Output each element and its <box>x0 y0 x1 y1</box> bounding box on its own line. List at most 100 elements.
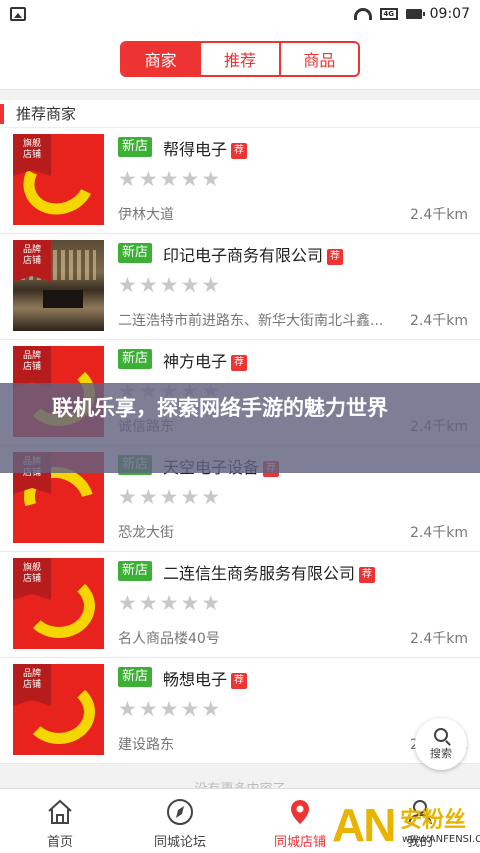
star-icon: ★ <box>201 591 221 615</box>
tab-recommended[interactable]: 推荐 <box>199 42 279 75</box>
tab-home-label: 首页 <box>46 835 73 850</box>
star-icon: ★ <box>180 591 200 615</box>
shop-name-text: 印记电子商务有限公司 <box>163 246 324 265</box>
star-icon: ★ <box>201 485 221 509</box>
recommended-badge: 荐 <box>231 673 248 689</box>
compass-icon <box>167 799 193 825</box>
location-pin-icon <box>291 800 309 824</box>
image-notification-icon <box>10 7 26 21</box>
segment-control: 商家 推荐 商品 <box>120 40 360 77</box>
star-icon: ★ <box>159 273 179 297</box>
shop-distance: 2.4千km <box>409 525 468 541</box>
overlay-banner: 联机乐享，探索网络手游的魅力世界 <box>0 383 480 473</box>
shop-name-text: 畅想电子 <box>163 670 228 689</box>
shop-badge: 品牌 店铺 <box>13 346 51 388</box>
watermark-brand: AN <box>332 799 396 851</box>
star-icon: ★ <box>118 485 137 509</box>
shop-address: 恐龙大街 <box>118 525 174 541</box>
star-icon: ★ <box>118 697 137 721</box>
tab-forum-label: 同城论坛 <box>153 835 206 850</box>
shop-address: 建设路东 <box>118 737 174 753</box>
star-icon: ★ <box>159 167 179 191</box>
tab-products[interactable]: 商品 <box>278 42 358 75</box>
star-icon: ★ <box>180 485 200 509</box>
rating-stars: ★★★★★ <box>118 486 220 508</box>
rating-stars: ★★★★★ <box>118 168 220 190</box>
shop-name-text: 二连信生商务服务有限公司 <box>163 564 356 583</box>
recommended-badge: 荐 <box>359 567 376 583</box>
star-icon: ★ <box>118 591 137 615</box>
shop-thumbnail: 品牌 店铺 <box>13 664 104 755</box>
search-button-label: 搜索 <box>430 746 452 760</box>
star-icon: ★ <box>159 591 179 615</box>
shop-name: 神方电子荐 <box>163 348 248 372</box>
star-icon: ★ <box>201 167 221 191</box>
tab-home[interactable]: 首页 <box>0 789 120 853</box>
shop-thumbnail: 品牌 店铺 <box>13 240 104 331</box>
search-icon <box>434 727 448 742</box>
star-icon: ★ <box>138 697 158 721</box>
shop-name: 畅想电子荐 <box>163 666 248 690</box>
rating-stars: ★★★★★ <box>118 592 220 614</box>
recommended-badge: 荐 <box>327 249 344 265</box>
tab-shops[interactable]: 商家 <box>122 42 200 75</box>
star-icon: ★ <box>159 485 179 509</box>
new-shop-tag: 新店 <box>118 243 153 263</box>
shop-name: 二连信生商务服务有限公司荐 <box>163 560 376 584</box>
star-icon: ★ <box>118 167 137 191</box>
rating-stars: ★★★★★ <box>118 274 220 296</box>
shop-distance: 2.4千km <box>409 631 468 647</box>
section-title: 推荐商家 <box>0 100 480 128</box>
status-bar: 4G 09:07 <box>0 0 480 28</box>
watermark-logo: AN 安粉丝 www.ANFENSI.COM <box>330 800 480 853</box>
star-icon: ★ <box>118 273 137 297</box>
search-button[interactable]: 搜索 <box>415 718 467 770</box>
shop-address: 伊林大道 <box>118 207 174 223</box>
star-icon: ★ <box>138 591 158 615</box>
shop-name: 印记电子商务有限公司荐 <box>163 242 344 266</box>
shop-list-item[interactable]: 品牌 店铺新店畅想电子荐★★★★★建设路东2.4千km <box>0 658 480 764</box>
tab-forum[interactable]: 同城论坛 <box>120 789 240 853</box>
home-icon <box>48 799 72 824</box>
star-icon: ★ <box>138 273 158 297</box>
star-icon: ★ <box>201 697 221 721</box>
shop-list-item[interactable]: 旗舰 店铺 新店 二连信生商务服务有限公司荐 ★ ★ ★ ★ ★ 名人商品楼40号 2.4千km <box>0 552 480 658</box>
star-icon: ★ <box>159 697 179 721</box>
recommended-badge: 荐 <box>231 355 248 371</box>
shop-distance: 2.4千km <box>409 313 468 329</box>
new-shop-tag: 新店 <box>118 561 153 581</box>
recommended-badge: 荐 <box>231 143 248 159</box>
shop-badge: 品牌 店铺 <box>13 664 51 706</box>
star-icon: ★ <box>180 697 200 721</box>
shop-distance: 2.4千km <box>409 207 468 223</box>
star-icon: ★ <box>138 485 158 509</box>
star-icon: ★ <box>201 273 221 297</box>
shop-name-text: 帮得电子 <box>163 140 228 159</box>
shop-address: 二连浩特市前进路东、新华大街南北斗鑫... <box>118 313 384 329</box>
new-shop-tag: 新店 <box>118 137 153 157</box>
watermark-url: www.ANFENSI.COM <box>402 834 480 845</box>
clock: 09:07 <box>429 6 470 22</box>
shop-badge: 旗舰 店铺 <box>13 134 51 176</box>
star-icon: ★ <box>180 167 200 191</box>
tab-local-shops-label: 同城店铺 <box>273 835 326 850</box>
shop-list-item[interactable]: 旗舰 店铺 新店 帮得电子荐 ★ ★ ★ ★ ★ 伊林大道 2.4千km <box>0 128 480 234</box>
shop-address: 名人商品楼40号 <box>118 631 220 647</box>
shop-badge: 旗舰 店铺 <box>13 558 51 600</box>
shop-name: 帮得电子荐 <box>163 136 248 160</box>
shop-thumbnail: 旗舰 店铺 <box>13 558 104 649</box>
shop-name-text: 神方电子 <box>163 352 228 371</box>
shop-thumbnail: 旗舰 店铺 <box>13 134 104 225</box>
top-bar: 商家 推荐 商品 <box>0 28 480 90</box>
watermark-text: 安粉丝 <box>400 808 467 833</box>
rating-stars: ★★★★★ <box>118 698 220 720</box>
wifi-icon <box>353 8 372 20</box>
new-shop-tag: 新店 <box>118 667 153 687</box>
overlay-title: 联机乐享，探索网络手游的魅力世界 <box>52 396 388 420</box>
new-shop-tag: 新店 <box>118 349 153 369</box>
star-icon: ★ <box>180 273 200 297</box>
shop-badge: 品牌 店铺 <box>13 240 51 282</box>
shop-list-item[interactable]: 品牌 店铺 新店 印记电子商务有限公司荐 ★ ★ ★ ★ ★ 二连浩特市前进路东、新华大街南北斗… <box>0 234 480 340</box>
star-icon: ★ <box>138 167 158 191</box>
battery-icon <box>405 9 425 19</box>
